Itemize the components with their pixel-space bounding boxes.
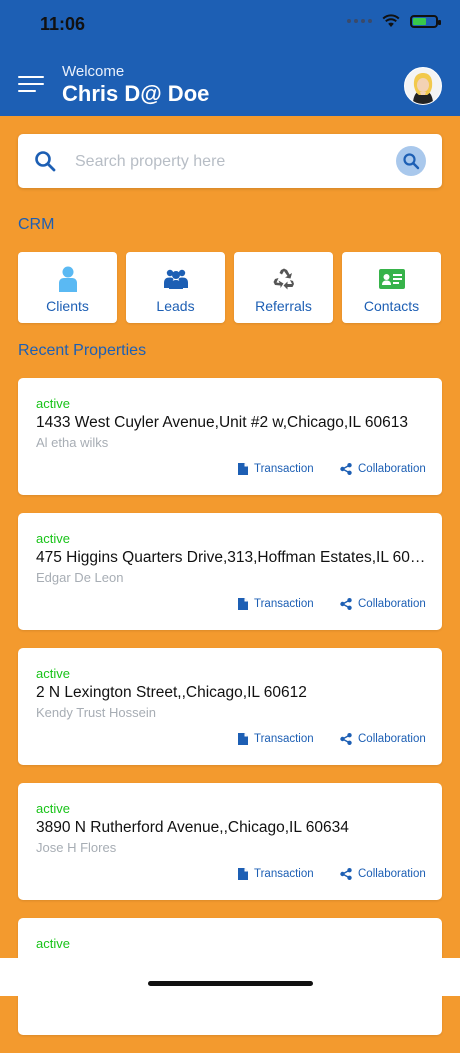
home-indicator[interactable] [148,981,313,986]
property-owner: Al etha wilks [36,435,109,450]
clients-label: Clients [46,298,89,314]
crm-tiles: Clients Leads Referrals Contacts [18,252,441,323]
collaboration-link[interactable]: Collaboration [340,463,426,475]
document-icon [238,868,248,880]
property-card[interactable]: active 1433 West Cuyler Avenue,Unit #2 w… [18,378,442,495]
property-list: active 1433 West Cuyler Avenue,Unit #2 w… [18,378,442,1053]
referrals-label: Referrals [255,298,312,314]
document-icon [238,733,248,745]
transaction-label: Transaction [254,868,314,880]
user-name: Chris D@ Doe [62,81,210,106]
property-status: active [36,936,70,951]
menu-button[interactable] [18,76,46,94]
collaboration-label: Collaboration [358,868,426,880]
property-status: active [36,396,70,411]
property-address: 2 N Lexington Street,,Chicago,IL 60612 [36,684,307,701]
recycle-icon [273,268,294,290]
search-icon [35,151,56,172]
transaction-link[interactable]: Transaction [238,598,314,610]
property-owner: Kendy Trust Hossein [36,705,156,720]
leads-label: Leads [156,298,195,314]
search-icon [403,153,420,170]
group-icon [163,269,188,289]
transaction-label: Transaction [254,463,314,475]
property-address: 475 Higgins Quarters Drive,313,Hoffman E… [36,549,428,566]
recent-properties-title: Recent Properties [18,342,147,359]
wifi-icon [382,14,400,27]
transaction-link[interactable]: Transaction [238,733,314,745]
property-status: active [36,666,70,681]
property-owner: Edgar De Leon [36,570,124,585]
search-bar [18,134,442,188]
app-header: 11:06 Welcome Chris D@ Doe [0,0,460,116]
leads-button[interactable]: Leads [126,252,225,323]
transaction-link[interactable]: Transaction [238,463,314,475]
property-owner: Jose H Flores [36,840,117,855]
search-button[interactable] [396,146,426,176]
status-icons [347,14,441,28]
property-card[interactable]: active 3890 N Rutherford Avenue,,Chicago… [18,783,442,900]
status-time: 11:06 [40,14,86,34]
collaboration-label: Collaboration [358,733,426,745]
property-address: 3890 N Rutherford Avenue,,Chicago,IL 606… [36,819,349,836]
collaboration-link[interactable]: Collaboration [340,598,426,610]
contacts-button[interactable]: Contacts [342,252,441,323]
clients-button[interactable]: Clients [18,252,117,323]
collaboration-label: Collaboration [358,598,426,610]
property-card[interactable]: active 2 N Lexington Street,,Chicago,IL … [18,648,442,765]
welcome-label: Welcome [62,63,125,80]
person-icon [58,266,77,292]
document-icon [238,598,248,610]
transaction-link[interactable]: Transaction [238,868,314,880]
contact-card-icon [378,269,405,289]
collaboration-label: Collaboration [358,463,426,475]
avatar-icon [405,68,441,104]
bottom-area [0,958,460,996]
transaction-label: Transaction [254,733,314,745]
property-status: active [36,801,70,816]
referrals-button[interactable]: Referrals [234,252,333,323]
share-icon [340,733,352,745]
share-icon [340,598,352,610]
signal-icon [347,19,372,23]
search-input[interactable] [73,147,387,177]
share-icon [340,463,352,475]
crm-title: CRM [18,216,55,233]
transaction-label: Transaction [254,598,314,610]
avatar[interactable] [404,67,442,105]
contacts-label: Contacts [363,298,420,314]
property-status: active [36,531,70,546]
property-card[interactable]: active 475 Higgins Quarters Drive,313,Ho… [18,513,442,630]
share-icon [340,868,352,880]
property-address: 1433 West Cuyler Avenue,Unit #2 w,Chicag… [36,414,408,431]
document-icon [238,463,248,475]
battery-icon [410,14,441,28]
collaboration-link[interactable]: Collaboration [340,733,426,745]
collaboration-link[interactable]: Collaboration [340,868,426,880]
